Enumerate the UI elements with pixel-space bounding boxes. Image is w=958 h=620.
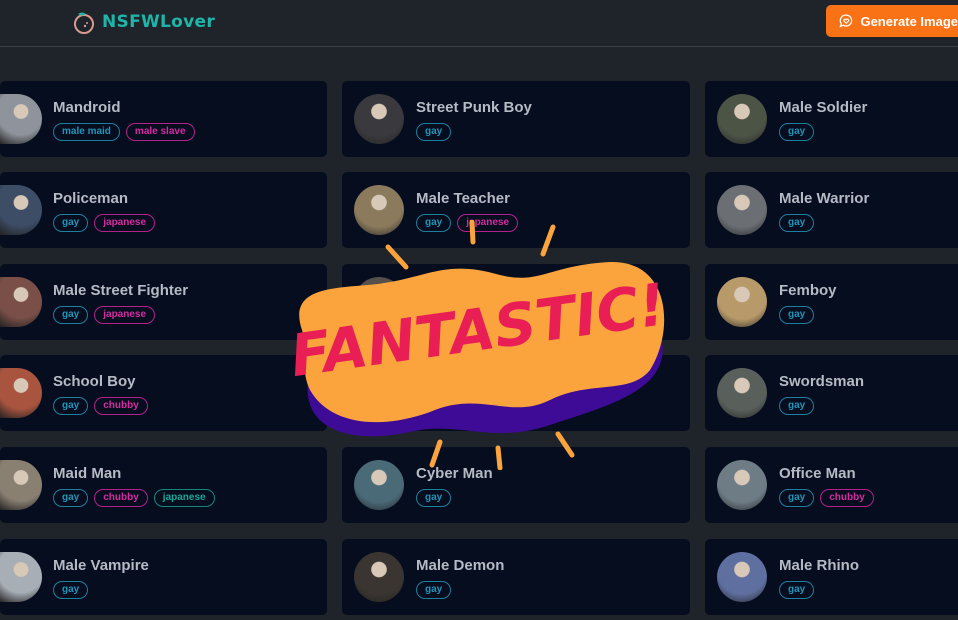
character-name: Policeman [53,190,129,207]
character-name: Male Demon [416,557,505,574]
tag-list: gay [416,489,452,507]
brand-logo[interactable]: NSFWLover [72,9,215,35]
tag-list: gay japanese [53,214,156,232]
character-card[interactable]: Male Warrior gay [705,172,958,248]
character-card[interactable]: Swordsman gay [705,355,958,431]
character-name: School Boy [53,373,136,390]
character-name: Maid Man [53,465,122,482]
tag-badge[interactable]: gay [779,489,815,507]
tag-badge[interactable]: chubby [94,397,148,415]
tag-list: gay [416,581,452,599]
tag-badge[interactable]: chubby [820,489,874,507]
tag-badge[interactable]: gay [53,581,89,599]
tag-list: gay chubby [53,397,148,415]
character-card[interactable]: Male Rhino gay [705,539,958,615]
avatar [717,277,767,327]
peach-icon [74,12,94,34]
character-card[interactable]: Male Demon gay [342,539,690,615]
tag-badge[interactable]: gay [779,214,815,232]
tag-badge[interactable]: gay [53,397,89,415]
character-name: Male Vampire [53,557,149,574]
avatar [0,185,42,235]
tag-badge[interactable]: gay [779,306,815,324]
avatar [717,94,767,144]
avatar [0,368,42,418]
avatar [717,460,767,510]
character-name: Office Man [779,465,856,482]
tag-list: gay japanese [53,306,156,324]
avatar [0,277,42,327]
avatar [717,552,767,602]
character-name: Street Punk Boy [416,99,532,116]
avatar [717,368,767,418]
tag-badge[interactable]: japanese [94,214,156,232]
tag-badge[interactable]: japanese [94,306,156,324]
character-card[interactable]: Male Soldier gay [705,81,958,157]
generate-image-button[interactable]: Generate Image [826,5,958,37]
tag-badge[interactable]: gay [779,397,815,415]
character-card[interactable]: School Boy gay chubby [0,355,327,431]
tag-badge[interactable]: male maid [53,123,120,141]
tag-badge[interactable]: gay [416,123,452,141]
chat-heart-icon [839,14,853,28]
tag-badge[interactable]: gay [779,123,815,141]
tag-badge[interactable]: gay [53,489,89,507]
tag-list: gay [416,123,452,141]
tag-badge[interactable]: gay [779,581,815,599]
character-name: Male Teacher [416,190,510,207]
character-card[interactable]: Maid Man gay chubby japanese [0,447,327,523]
character-card[interactable]: Office Man gay chubby [705,447,958,523]
avatar [0,460,42,510]
tag-list: male maid male slave [53,123,195,141]
tag-list: gay [53,581,89,599]
character-name: Mandroid [53,99,121,116]
character-card[interactable]: Femboy gay [705,264,958,340]
avatar [0,552,42,602]
tag-badge[interactable]: gay [53,214,89,232]
tag-list: gay [779,397,815,415]
character-name: Male Street Fighter [53,282,189,299]
tag-list: gay [779,306,815,324]
character-card[interactable]: Mandroid male maid male slave [0,81,327,157]
tag-badge[interactable]: gay [416,581,452,599]
tag-list: gay chubby japanese [53,489,215,507]
brand-name: NSFWLover [102,12,216,32]
character-card[interactable]: Policeman gay japanese [0,172,327,248]
tag-badge[interactable]: japanese [153,489,215,507]
character-name: Femboy [779,282,837,299]
fantastic-sticker: FANTASTIC! [290,220,670,470]
generate-image-label: Generate Image [860,13,958,29]
tag-badge[interactable]: chubby [94,489,148,507]
avatar [717,185,767,235]
tag-badge[interactable]: male slave [125,123,195,141]
tag-list: gay [779,123,815,141]
character-card[interactable]: Male Vampire gay [0,539,327,615]
tag-badge[interactable]: gay [416,489,452,507]
character-card[interactable]: Male Street Fighter gay japanese [0,264,327,340]
avatar [0,94,42,144]
tag-list: gay [779,581,815,599]
avatar [354,552,404,602]
character-name: Male Rhino [779,557,860,574]
tag-badge[interactable]: gay [53,306,89,324]
avatar [354,94,404,144]
character-name: Male Soldier [779,99,868,116]
top-header: NSFWLover Generate Image [0,0,958,47]
character-card[interactable]: Street Punk Boy gay [342,81,690,157]
character-name: Swordsman [779,373,865,390]
tag-list: gay chubby [779,489,874,507]
tag-list: gay [779,214,815,232]
character-name: Male Warrior [779,190,870,207]
